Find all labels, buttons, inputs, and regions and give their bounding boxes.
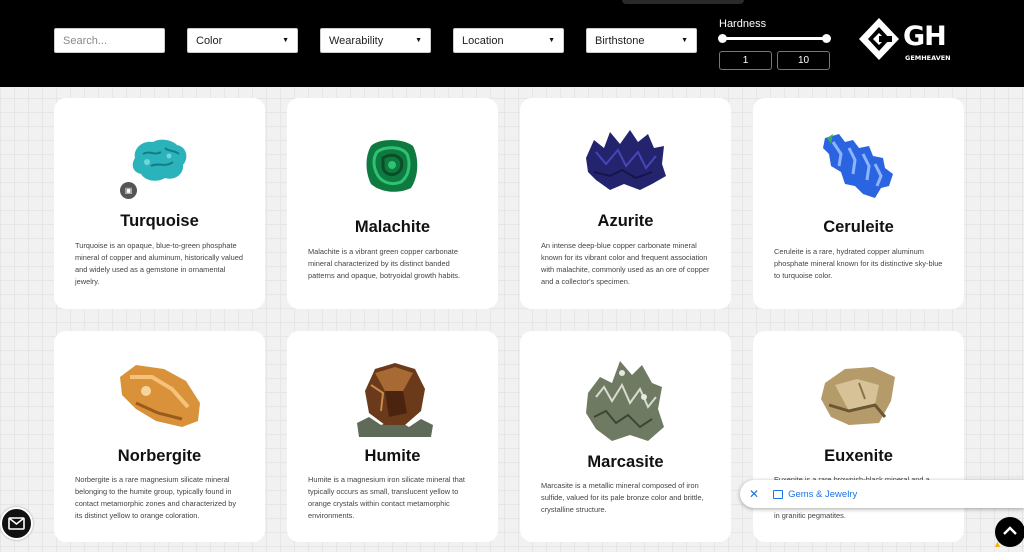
gem-card-azurite[interactable]: Azurite An intense deep-blue copper carb…: [520, 98, 731, 309]
malachite-image: [366, 140, 418, 192]
gem-title: Euxenite: [824, 447, 893, 465]
color-filter-label: Color: [196, 34, 223, 47]
hardness-min-input[interactable]: 1: [719, 51, 772, 70]
gem-title: Turquoise: [120, 212, 199, 230]
wearability-filter-label: Wearability: [329, 34, 384, 47]
hardness-max-input[interactable]: 10: [777, 51, 830, 70]
gem-card-ceruleite[interactable]: Ceruleite Ceruleite is a rare, hydrated …: [753, 98, 964, 309]
gem-title: Norbergite: [117, 447, 202, 465]
color-filter-select[interactable]: Color ▼: [187, 28, 298, 53]
gem-description: Marcasite is a metallic mineral composed…: [541, 481, 704, 514]
birthstone-filter-select[interactable]: Birthstone ▼: [586, 28, 697, 53]
gem-description: Ceruleite is a rare, hydrated copper alu…: [774, 247, 943, 280]
diamond-logo-icon: [859, 18, 899, 60]
turquoise-image: [132, 139, 187, 181]
norbergite-image: [120, 365, 200, 427]
chevron-down-icon: ▼: [282, 37, 289, 44]
birthstone-filter-label: Birthstone: [595, 34, 645, 47]
top-navigation-bar: Color ▼ Wearability ▼ Location ▼ Birthst…: [0, 0, 1024, 87]
gem-description: An intense deep-blue copper carbonate mi…: [541, 241, 710, 286]
euxenite-image: [821, 367, 895, 425]
logo-text: GH: [903, 21, 947, 52]
gem-title: Humite: [364, 447, 421, 465]
chip-label[interactable]: Gems & Jewelry: [788, 489, 857, 500]
gem-description: Humite is a magnesium iron silicate mine…: [308, 475, 465, 520]
gem-description: Malachite is a vibrant green copper carb…: [308, 247, 461, 280]
chevron-down-icon: ▼: [548, 37, 555, 44]
ceruleite-image: [823, 134, 893, 198]
gem-description: Norbergite is a rare magnesium silicate …: [75, 475, 237, 520]
hardness-slider-track[interactable]: [722, 37, 828, 40]
chevron-down-icon: ▼: [415, 37, 422, 44]
azurite-image: [586, 130, 666, 190]
chevron-down-icon: ▼: [681, 37, 688, 44]
marcasite-image: [586, 361, 664, 441]
gem-description: Turquoise is an opaque, blue-to-green ph…: [75, 241, 244, 286]
hardness-min-thumb[interactable]: [718, 34, 727, 43]
image-preview-icon[interactable]: ▣: [120, 182, 137, 199]
close-icon[interactable]: ✕: [749, 487, 759, 501]
search-input[interactable]: [54, 28, 165, 53]
gem-title: Azurite: [597, 212, 654, 230]
gemheaven-logo[interactable]: GH GEMHEAVEN: [857, 16, 957, 66]
gem-card-turquoise[interactable]: ▣ Turquoise Turquoise is an opaque, blue…: [54, 98, 265, 309]
humite-image: [357, 363, 433, 437]
gem-title: Malachite: [354, 218, 431, 236]
contact-mail-button[interactable]: [0, 507, 33, 540]
hardness-max-thumb[interactable]: [822, 34, 831, 43]
wearability-filter-select[interactable]: Wearability ▼: [320, 28, 431, 53]
gem-title: Ceruleite: [823, 218, 894, 236]
search-chip-popup[interactable]: ✕ Gems & Jewelry: [740, 480, 1024, 508]
logo-subtitle: GEMHEAVEN: [905, 54, 951, 62]
gem-description-bottom: in granitic pegmatites.: [774, 511, 846, 520]
location-filter-label: Location: [462, 34, 504, 47]
hardness-label: Hardness: [719, 18, 767, 30]
browser-overlay-strip: [622, 0, 744, 4]
gem-card-malachite[interactable]: Malachite Malachite is a vibrant green c…: [287, 98, 498, 309]
location-filter-select[interactable]: Location ▼: [453, 28, 564, 53]
warning-icon: ▲: [993, 539, 1002, 549]
envelope-icon: [8, 517, 25, 530]
gem-card-humite[interactable]: Humite Humite is a magnesium iron silica…: [287, 331, 498, 542]
gem-card-norbergite[interactable]: Norbergite Norbergite is a rare magnesiu…: [54, 331, 265, 542]
gem-card-euxenite[interactable]: Euxenite Euxenite is a rare brownish-bla…: [753, 331, 964, 542]
gem-title: Marcasite: [587, 453, 664, 471]
gem-card-marcasite[interactable]: Marcasite Marcasite is a metallic minera…: [520, 331, 731, 542]
document-icon: [773, 489, 784, 499]
